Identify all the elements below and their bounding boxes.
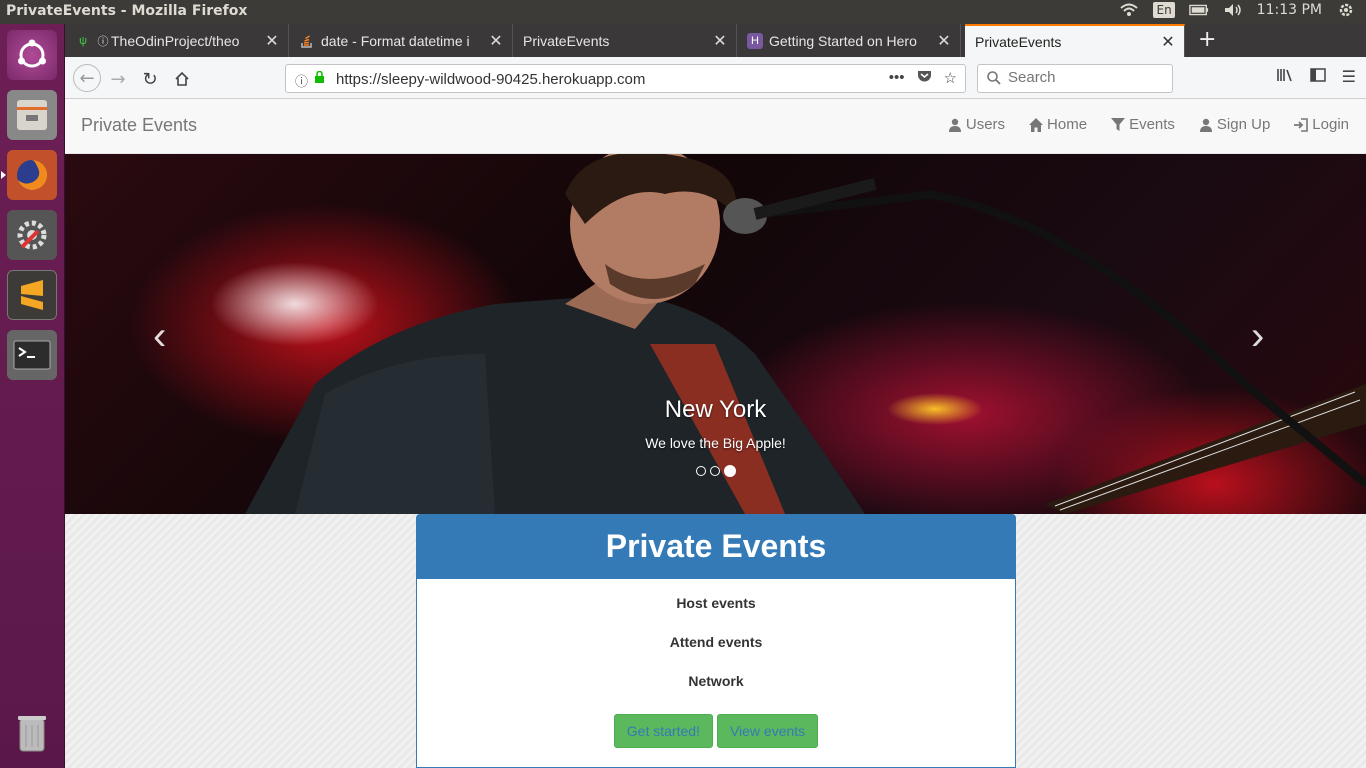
stackoverflow-favicon-icon [299,33,315,49]
browser-toolbar: ← → ↻ ⓘ https://sleepy-wildwood-90425.he… [65,57,1366,99]
volume-icon[interactable] [1223,2,1243,18]
unity-launcher [0,24,65,768]
home-icon[interactable] [169,66,195,92]
carousel-indicator-3[interactable] [723,465,736,477]
power-gear-icon[interactable] [1336,2,1356,18]
nav-users[interactable]: Users [948,116,1005,133]
carousel-indicator-1[interactable] [695,466,706,476]
carousel-indicators [65,465,1366,477]
system-top-bar: PrivateEvents - Mozilla Firefox En 11:13… [0,0,1366,24]
feature-attend-events: Attend events [669,634,763,650]
tab-strip: ψ ⓘ TheOdinProject/theo ✕ date - Format … [65,24,1366,57]
search-input[interactable] [1008,69,1158,86]
sublime-text-icon[interactable] [7,270,57,320]
panel-title: Private Events [417,515,1015,579]
tab-heroku-getting-started[interactable]: H Getting Started on Hero ✕ [737,24,961,57]
tab-privateevents-1[interactable]: PrivateEvents ✕ [513,24,737,57]
files-icon[interactable] [7,90,57,140]
firefox-icon[interactable] [7,150,57,200]
library-icon[interactable] [1276,67,1294,87]
reload-icon[interactable]: ↻ [137,66,163,92]
close-tab-icon[interactable]: ✕ [262,31,282,51]
nav-home[interactable]: Home [1029,116,1087,133]
close-tab-icon[interactable]: ✕ [486,31,506,51]
nav-events[interactable]: Events [1111,116,1175,133]
carousel-prev-icon[interactable]: ‹ [153,314,166,359]
forward-icon[interactable]: → [105,66,131,92]
carousel-next-icon[interactable]: › [1251,314,1264,359]
carousel-slide-image [245,154,1366,514]
nav-sign-up[interactable]: Sign Up [1199,116,1270,133]
wifi-icon[interactable] [1119,2,1139,18]
bookmark-star-icon[interactable]: ☆ [944,69,957,87]
intro-panel: Private Events Host events Attend events… [416,514,1016,768]
tab-odin-project[interactable]: ψ ⓘ TheOdinProject/theo ✕ [65,24,289,57]
close-tab-icon[interactable]: ✕ [710,31,730,51]
new-tab-icon[interactable]: + [1198,27,1216,52]
home-icon [1029,117,1044,132]
heroku-favicon-icon: H [747,32,763,49]
view-events-button[interactable]: View events [716,714,819,748]
info-icon: ⓘ [97,35,109,48]
github-favicon-icon: ψ [79,34,87,47]
sidebar-icon[interactable] [1309,67,1326,87]
user-icon [1199,118,1212,132]
hero-carousel: ‹ › New York We love the Big Apple! [65,154,1366,514]
web-page: Private Events Users Home Events Sign Up… [65,99,1366,768]
site-info-icon[interactable]: ⓘ [295,71,308,90]
back-icon[interactable]: ← [73,64,101,92]
feature-network: Network [688,673,744,689]
pocket-icon[interactable] [917,69,932,87]
feature-host-events: Host events [676,595,756,611]
terminal-icon[interactable] [7,330,57,380]
carousel-indicator-2[interactable] [709,466,720,476]
close-tab-icon[interactable]: ✕ [1158,32,1178,52]
carousel-caption-title: New York [664,396,767,423]
site-navbar: Private Events Users Home Events Sign Up… [65,99,1366,154]
page-actions-icon[interactable]: ••• [889,69,905,87]
url-text[interactable]: https://sleepy-wildwood-90425.herokuapp.… [336,71,645,88]
nav-login[interactable]: Login [1294,116,1349,133]
keyboard-layout-indicator[interactable]: En [1153,2,1175,18]
trash-icon[interactable] [7,708,57,758]
search-bar[interactable] [977,64,1173,93]
get-started-button[interactable]: Get started! [613,714,713,748]
lock-icon[interactable] [314,70,325,84]
filter-icon [1111,117,1126,131]
ubuntu-dash-icon[interactable] [7,30,57,80]
close-tab-icon[interactable]: ✕ [934,31,954,51]
tab-privateevents-active[interactable]: PrivateEvents ✕ [965,24,1185,57]
login-icon [1294,117,1309,132]
menu-hamburger-icon[interactable]: ☰ [1342,67,1356,87]
settings-icon[interactable] [7,210,57,260]
firefox-running-indicator [1,171,6,179]
tab-date-format[interactable]: date - Format datetime i ✕ [289,24,513,57]
clock[interactable]: 11:13 PM [1257,2,1322,18]
search-icon [986,70,1002,90]
battery-icon[interactable] [1188,2,1209,18]
carousel-caption-text: We love the Big Apple! [645,435,786,451]
site-brand[interactable]: Private Events [81,115,197,136]
window-title: PrivateEvents - Mozilla Firefox [6,3,248,19]
url-bar[interactable]: ⓘ https://sleepy-wildwood-90425.herokuap… [285,64,966,93]
system-tray: En 11:13 PM [1119,2,1356,18]
user-icon [948,118,961,132]
